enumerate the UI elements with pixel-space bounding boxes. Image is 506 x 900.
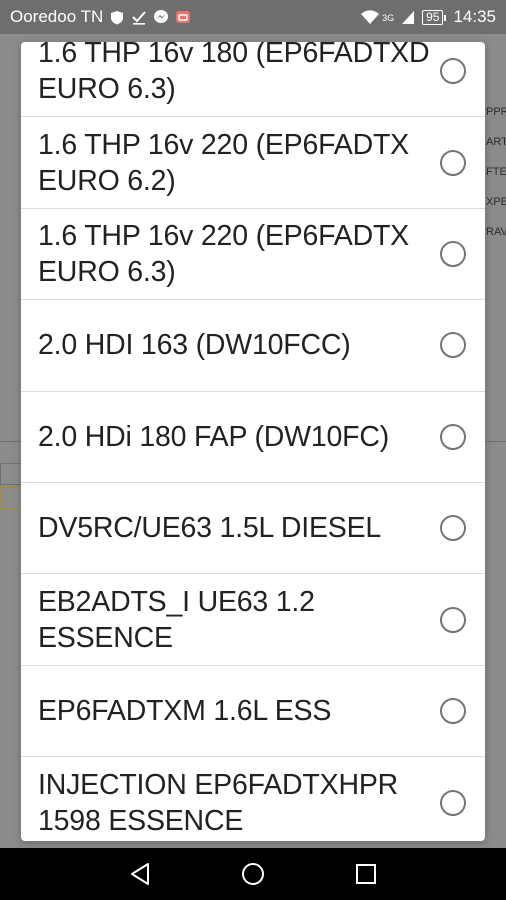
engine-option[interactable]: 1.6 THP 16v 220 (EP6FADTX EURO 6.2) [21, 117, 485, 209]
radio-button-icon[interactable] [440, 240, 466, 267]
engine-option[interactable]: 2.0 HDI 163 (DW10FCC) [21, 300, 485, 392]
background-text: RAV [486, 226, 506, 238]
messenger-icon [153, 9, 169, 25]
engine-option[interactable]: INJECTION EP6FADTXHPR 1598 ESSENCE [21, 757, 485, 841]
engine-option[interactable]: 1.6 THP 16v 180 (EP6FADTXD EURO 6.3) [21, 42, 485, 118]
signal-icon [400, 9, 416, 25]
engine-option-label: EP6FADTXM 1.6L ESS [38, 694, 332, 727]
wifi-icon [360, 9, 380, 25]
carrier-name: Ooredoo TN [10, 7, 104, 26]
background-text: ART [486, 136, 506, 148]
engine-option-label: 1.6 THP 16v 220 (EP6FADTX EURO 6.3) [38, 219, 409, 288]
radio-button-icon[interactable] [440, 515, 466, 542]
radio-button-icon[interactable] [440, 606, 466, 633]
engine-option[interactable]: EB2ADTS_I UE63 1.2 ESSENCE [21, 574, 485, 666]
back-icon[interactable] [128, 862, 152, 886]
engine-option[interactable]: 2.0 HDi 180 FAP (DW10FC) [21, 392, 485, 483]
radio-button-icon[interactable] [440, 789, 466, 816]
battery-indicator: 95 [422, 9, 447, 25]
engine-option-label: EB2ADTS_I UE63 1.2 ESSENCE [38, 585, 315, 654]
background-checkbox [0, 463, 22, 485]
status-bar: Ooredoo TN 3G 95 14:35 [0, 0, 506, 34]
engine-option-label: INJECTION EP6FADTXHPR 1598 ESSENCE [38, 768, 399, 837]
radio-button-icon[interactable] [440, 149, 466, 176]
engine-option-label: 1.6 THP 16v 180 (EP6FADTXD EURO 6.3) [38, 42, 430, 106]
radio-button-icon[interactable] [440, 58, 466, 85]
shield-icon [109, 9, 125, 25]
check-download-icon [131, 9, 147, 25]
engine-option-label: 1.6 THP 16v 220 (EP6FADTX EURO 6.2) [38, 128, 409, 197]
home-icon[interactable] [241, 862, 265, 886]
background-text: PPR [486, 106, 506, 118]
engine-option[interactable]: 1.6 THP 16v 220 (EP6FADTX EURO 6.3) [21, 209, 485, 301]
radio-button-icon[interactable] [440, 332, 466, 359]
radio-button-icon[interactable] [440, 423, 466, 450]
engine-option-label: 2.0 HDI 163 (DW10FCC) [38, 329, 351, 362]
engine-option-label: 2.0 HDi 180 FAP (DW10FC) [38, 420, 390, 453]
background-text: XPE [486, 196, 506, 208]
clock: 14:35 [453, 7, 496, 26]
app-notification-icon [175, 9, 191, 25]
navigation-bar [0, 848, 506, 900]
engine-selection-dialog: 1.6 THP 16v 180 (EP6FADTXD EURO 6.3) 1.6… [21, 42, 485, 841]
engine-option-label: DV5RC/UE63 1.5L DIESEL [38, 512, 382, 545]
background-checkbox-highlighted [0, 487, 22, 509]
engine-option[interactable]: DV5RC/UE63 1.5L DIESEL [21, 483, 485, 575]
recents-icon[interactable] [354, 862, 378, 886]
engine-option-list[interactable]: 1.6 THP 16v 180 (EP6FADTXD EURO 6.3) 1.6… [21, 42, 485, 841]
engine-option[interactable]: EP6FADTXM 1.6L ESS [21, 666, 485, 758]
radio-button-icon[interactable] [440, 697, 466, 724]
network-type: 3G [382, 13, 395, 23]
background-text: FTE [486, 166, 506, 178]
